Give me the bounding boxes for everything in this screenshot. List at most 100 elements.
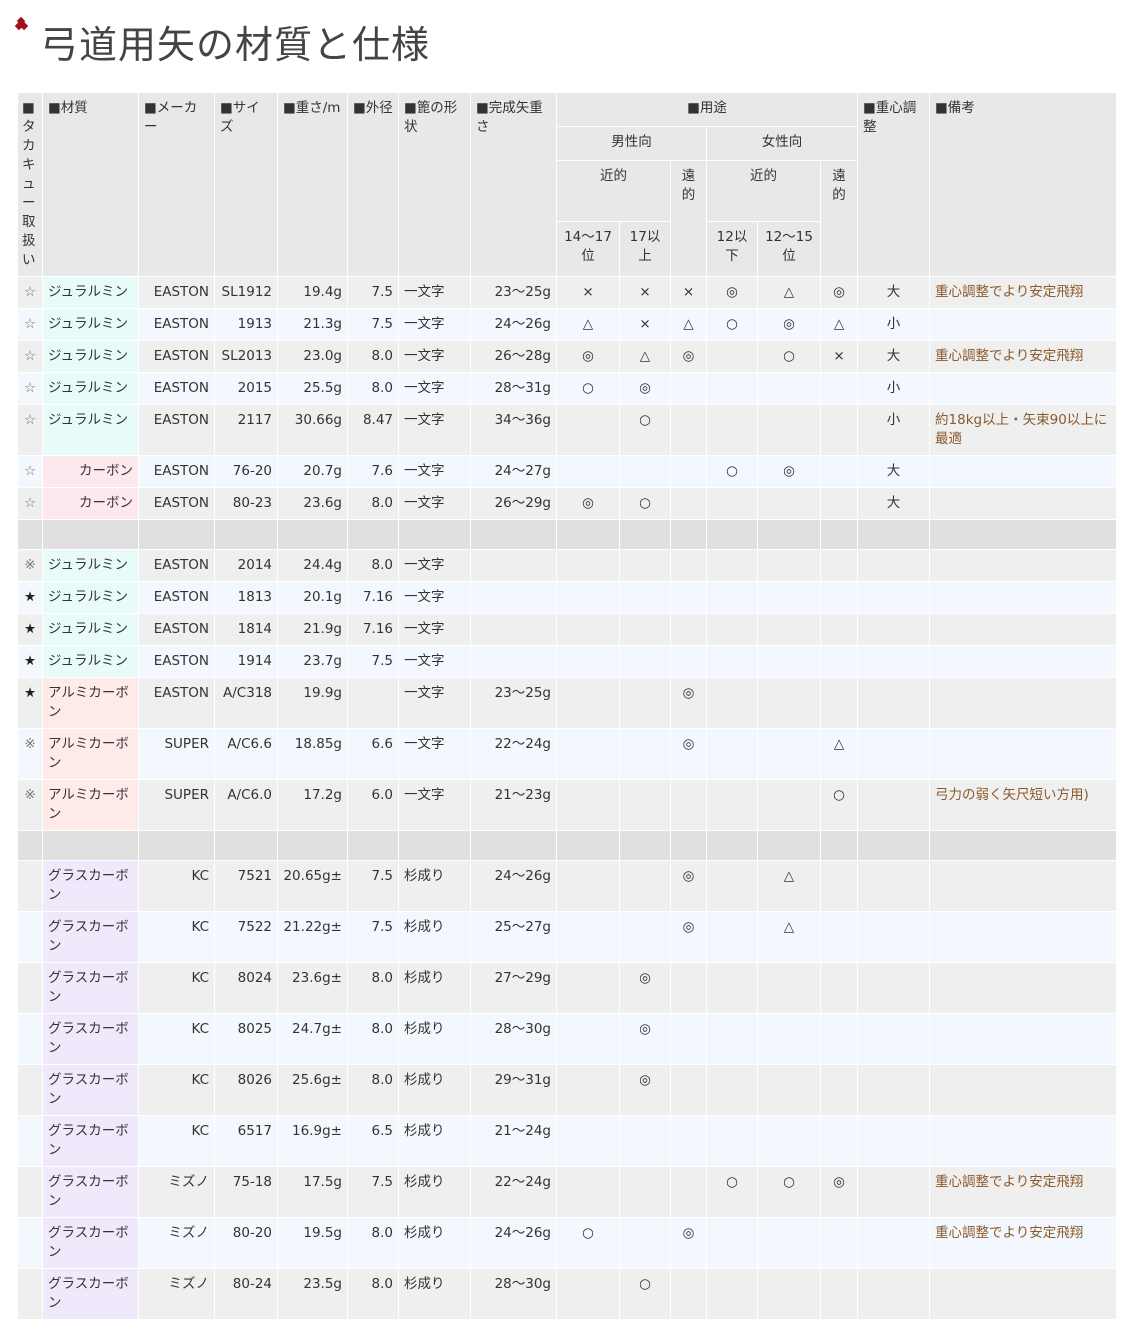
row-size: 7521 — [214, 860, 278, 912]
row-male-near-a — [556, 1166, 620, 1218]
row-male-far: ◎ — [670, 728, 707, 780]
row-maker: ミズノ — [138, 1268, 215, 1320]
row-note — [929, 487, 1118, 520]
row-female-far — [819, 581, 859, 614]
row-weight: 19.4g — [277, 276, 348, 309]
row-male-far: ◎ — [670, 911, 707, 963]
table-row: ★ アルミカーボン EASTON A/C318 19.9g 一文字 23〜25g ◎ — [17, 677, 1118, 729]
row-finished-weight: 24〜26g — [470, 1217, 557, 1269]
row-shape: 一文字 — [398, 487, 471, 520]
row-diameter: 7.16 — [347, 613, 399, 646]
row-female-far — [819, 549, 859, 582]
header-material: ■材質 — [42, 92, 139, 277]
row-female-near-a — [706, 677, 758, 729]
row-finished-weight: 21〜24g — [470, 1115, 557, 1167]
row-finished-weight: 26〜29g — [470, 487, 557, 520]
row-female-near-b — [757, 645, 821, 678]
row-female-near-a: ○ — [706, 455, 758, 488]
row-male-near-b: ○ — [619, 1268, 671, 1320]
row-female-near-b — [757, 1115, 821, 1167]
row-finished-weight: 27〜29g — [470, 962, 557, 1014]
row-mark — [17, 860, 43, 912]
row-male-near-a — [556, 779, 620, 831]
row-female-near-a — [706, 860, 758, 912]
row-size: A/C6.6 — [214, 728, 278, 780]
row-female-far — [819, 1064, 859, 1116]
header-female: 女性向 — [705, 126, 859, 161]
header-male-near-a: 14〜17位 — [556, 221, 620, 277]
row-material: グラスカーボン — [42, 1217, 139, 1269]
separator-cell — [470, 830, 557, 861]
row-shape: 一文字 — [398, 549, 471, 582]
row-note — [929, 372, 1118, 405]
row-male-near-b: ◎ — [619, 1064, 671, 1116]
row-male-near-a: △ — [556, 308, 620, 341]
row-balance — [857, 728, 931, 780]
row-maker: KC — [138, 962, 215, 1014]
separator-cell — [819, 519, 859, 550]
row-shape: 一文字 — [398, 581, 471, 614]
header-female-near: 近的 — [706, 160, 821, 222]
row-female-near-a — [706, 962, 758, 1014]
row-size: 8025 — [214, 1013, 278, 1065]
row-balance: 大 — [857, 276, 931, 309]
table-row: グラスカーボン KC 8024 23.6g± 8.0 杉成り 27〜29g ◎ — [17, 962, 1118, 1014]
row-size: 75-18 — [214, 1166, 278, 1218]
separator-cell — [138, 830, 215, 861]
row-male-near-a — [556, 1013, 620, 1065]
table-row: ※ アルミカーボン SUPER A/C6.6 18.85g 6.6 一文字 22〜24g ◎ △ — [17, 728, 1118, 780]
row-finished-weight: 22〜24g — [470, 1166, 557, 1218]
table-row: グラスカーボン KC 7521 20.65g± 7.5 杉成り 24〜26g ◎ △ — [17, 860, 1118, 912]
row-shape: 杉成り — [398, 911, 471, 963]
row-note: 重心調整でより安定飛翔 — [929, 340, 1118, 373]
row-male-near-b — [619, 645, 671, 678]
row-note — [929, 1268, 1118, 1320]
row-weight: 23.6g — [277, 487, 348, 520]
row-male-far — [670, 487, 707, 520]
row-material: アルミカーボン — [42, 728, 139, 780]
row-note — [929, 860, 1118, 912]
row-mark: ☆ — [17, 404, 43, 456]
row-size: 80-20 — [214, 1217, 278, 1269]
table-row: グラスカーボン ミズノ 80-24 23.5g 8.0 杉成り 28〜30g ○ — [17, 1268, 1118, 1320]
row-mark — [17, 1166, 43, 1218]
row-note — [929, 549, 1118, 582]
row-female-near-b: ◎ — [757, 308, 821, 341]
row-diameter: 7.5 — [347, 860, 399, 912]
row-diameter: 7.5 — [347, 308, 399, 341]
row-male-near-a — [556, 581, 620, 614]
row-male-near-a: × — [556, 276, 620, 309]
row-male-near-a — [556, 455, 620, 488]
table-row: ☆ ジュラルミン EASTON 2117 30.66g 8.47 一文字 34〜36g ○ 小約1… — [17, 404, 1118, 456]
row-maker: KC — [138, 1013, 215, 1065]
row-mark: ※ — [17, 728, 43, 780]
row-female-far — [819, 911, 859, 963]
row-male-near-a — [556, 1064, 620, 1116]
row-male-near-a — [556, 860, 620, 912]
row-maker: KC — [138, 1115, 215, 1167]
row-finished-weight: 28〜30g — [470, 1013, 557, 1065]
row-material: ジュラルミン — [42, 340, 139, 373]
row-male-far: ◎ — [670, 340, 707, 373]
separator-cell — [757, 830, 821, 861]
separator-cell — [619, 830, 671, 861]
arrow-spec-table: ■タカキュー取扱い ■材質 ■メーカー ■サイズ ■重さ/m ■外径 ■篦の形状… — [17, 92, 1118, 1320]
row-finished-weight — [470, 549, 557, 582]
row-note — [929, 1013, 1118, 1065]
row-finished-weight — [470, 581, 557, 614]
row-male-near-a — [556, 911, 620, 963]
row-size: 2117 — [214, 404, 278, 456]
header-balance: ■重心調整 — [857, 92, 931, 277]
row-note — [929, 1115, 1118, 1167]
row-male-near-b — [619, 779, 671, 831]
row-size: 2014 — [214, 549, 278, 582]
row-female-far: △ — [819, 728, 859, 780]
separator-cell — [470, 519, 557, 550]
row-shape: 杉成り — [398, 1013, 471, 1065]
table-separator-row — [17, 830, 1118, 861]
separator-cell — [398, 519, 471, 550]
row-material: ジュラルミン — [42, 613, 139, 646]
table-row: ☆ カーボン EASTON 80-23 23.6g 8.0 一文字 26〜29g ◎ ○ 大 — [17, 487, 1118, 520]
row-finished-weight: 34〜36g — [470, 404, 557, 456]
row-shape: 一文字 — [398, 613, 471, 646]
